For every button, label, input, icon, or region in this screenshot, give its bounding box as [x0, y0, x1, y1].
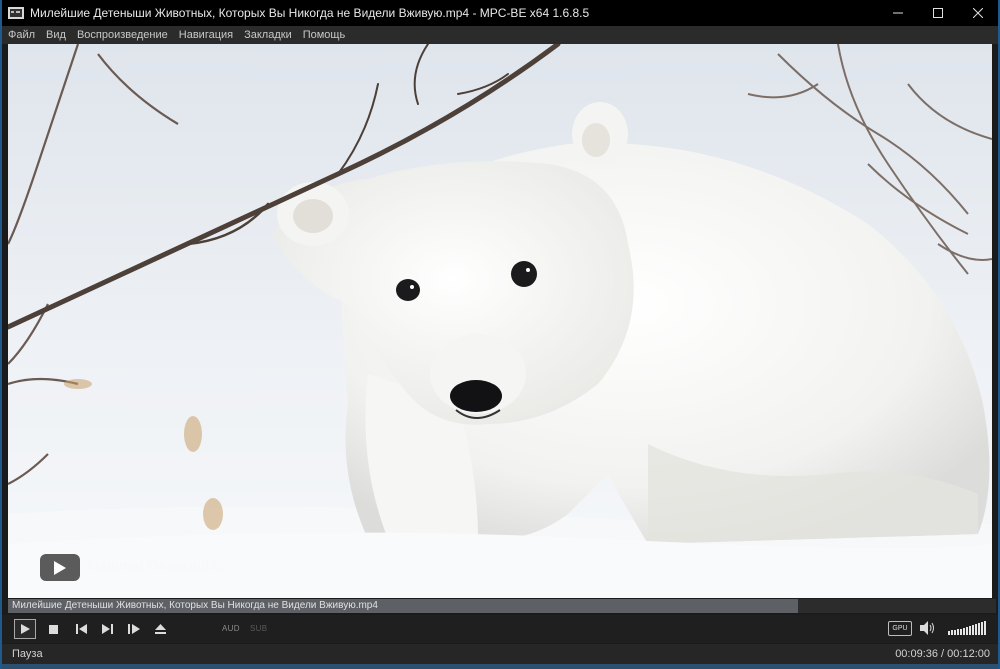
status-bar: Пауза 00:09:36 / 00:12:00: [2, 644, 998, 664]
embedded-play-overlay: [40, 554, 80, 581]
frame-step-button[interactable]: [123, 619, 145, 639]
gpu-indicator[interactable]: GPU: [888, 621, 912, 636]
menu-help[interactable]: Помощь: [297, 29, 351, 41]
seek-bar[interactable]: Милейшие Детеныши Животных, Которых Вы Н…: [8, 599, 996, 613]
previous-icon: [75, 624, 87, 634]
control-bar: AUD SUB GPU: [2, 615, 998, 643]
previous-button[interactable]: [70, 619, 92, 639]
next-button[interactable]: [96, 619, 118, 639]
volume-slider[interactable]: [948, 621, 988, 635]
menu-file[interactable]: Файл: [2, 29, 40, 41]
close-button[interactable]: [958, 0, 998, 26]
menu-navigation[interactable]: Навигация: [173, 29, 238, 41]
stop-button[interactable]: [42, 619, 64, 639]
play-icon: [20, 624, 30, 634]
video-frame-polar-bear-cub: [8, 44, 992, 598]
play-icon: [54, 560, 66, 575]
playback-time: 00:09:36 / 00:12:00: [895, 648, 990, 660]
taskbar-strip: [2, 664, 998, 669]
eject-button[interactable]: [149, 619, 171, 639]
window-title: Милейшие Детеныши Животных, Которых Вы Н…: [30, 6, 590, 20]
menu-bookmarks[interactable]: Закладки: [238, 29, 297, 41]
play-button[interactable]: [14, 619, 36, 639]
video-area[interactable]: National Geographic: [8, 44, 992, 598]
menu-playback[interactable]: Воспроизведение: [71, 29, 173, 41]
audio-track-button[interactable]: AUD: [222, 624, 240, 633]
menu-bar: Файл Вид Воспроизведение Навигация Закла…: [2, 26, 998, 44]
app-icon: [8, 7, 24, 19]
playback-state: Пауза: [12, 648, 43, 660]
menu-view[interactable]: Вид: [40, 29, 71, 41]
close-icon: [973, 8, 983, 18]
stop-icon: [48, 624, 58, 634]
minimize-button[interactable]: [878, 0, 918, 26]
player-window: Милейшие Детеныши Животных, Которых Вы Н…: [2, 0, 998, 669]
subtitle-track-button[interactable]: SUB: [250, 624, 267, 633]
minimize-icon: [893, 12, 903, 14]
eject-icon: [154, 624, 166, 634]
channel-watermark: National Geographic: [88, 558, 225, 575]
maximize-button[interactable]: [918, 0, 958, 26]
maximize-icon: [933, 8, 943, 18]
title-bar[interactable]: Милейшие Детеныши Животных, Которых Вы Н…: [2, 0, 998, 26]
volume-icon[interactable]: [920, 621, 936, 635]
frame-step-icon: [128, 624, 140, 634]
seek-filename: Милейшие Детеныши Животных, Которых Вы Н…: [12, 600, 378, 611]
next-icon: [101, 624, 113, 634]
